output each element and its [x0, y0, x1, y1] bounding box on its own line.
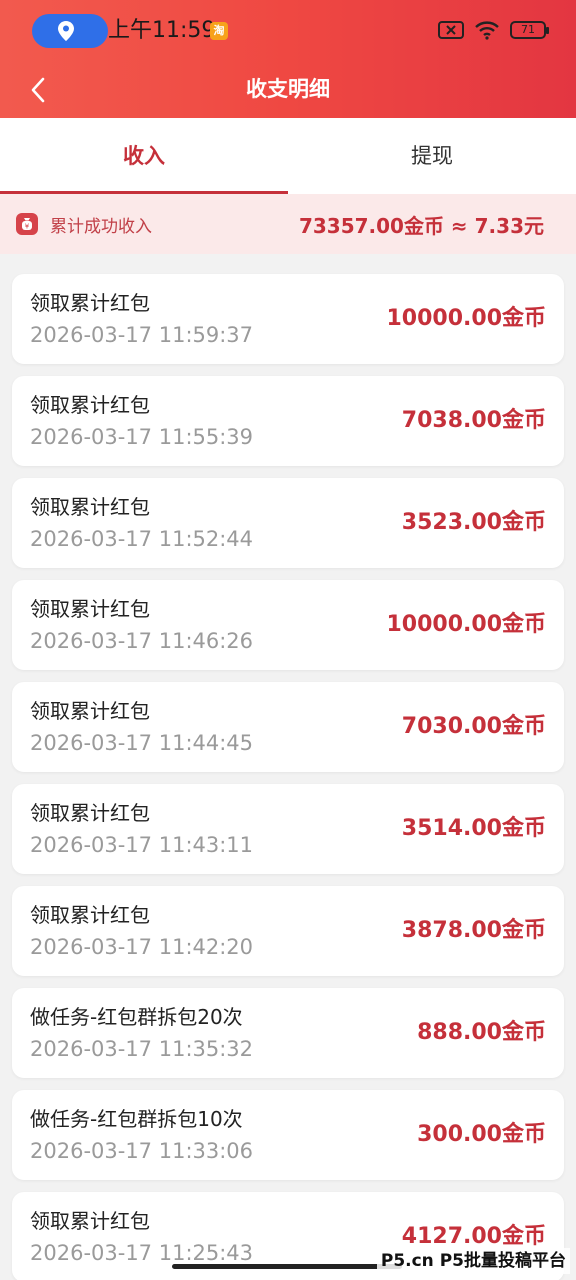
wifi-icon	[475, 21, 499, 40]
list-item[interactable]: 领取累计红包 2026-03-17 11:55:39 7038.00金币	[12, 376, 564, 466]
record-amount: 3523.00金币	[401, 510, 546, 535]
list-item[interactable]: 领取累计红包 2026-03-17 11:46:26 10000.00金币	[12, 580, 564, 670]
status-icons: 71	[438, 20, 549, 40]
record-amount: 300.00金币	[417, 1122, 546, 1147]
status-bar: 上午11:59 淘 71	[0, 0, 576, 62]
record-amount: 3514.00金币	[401, 816, 546, 841]
home-indicator[interactable]	[172, 1264, 402, 1269]
nav-bar: 收支明细	[0, 62, 576, 118]
summary-label: 累计成功收入	[50, 216, 152, 237]
list-item[interactable]: 领取累计红包 2026-03-17 11:59:37 10000.00金币	[12, 274, 564, 364]
record-amount: 7038.00金币	[401, 408, 546, 433]
record-amount: 888.00金币	[417, 1020, 546, 1045]
list-item[interactable]: 领取累计红包 2026-03-17 11:42:20 3878.00金币	[12, 886, 564, 976]
list-item[interactable]: 领取累计红包 2026-03-17 11:52:44 3523.00金币	[12, 478, 564, 568]
income-summary: ¥ 累计成功收入 73357.00金币 ≈ 7.33元	[0, 194, 576, 254]
sim-off-icon	[438, 21, 464, 39]
list-item[interactable]: 做任务-红包群拆包20次 2026-03-17 11:35:32 888.00金…	[12, 988, 564, 1078]
location-pill[interactable]	[32, 14, 108, 48]
summary-value: 73357.00金币 ≈ 7.33元	[298, 213, 544, 238]
location-pin-icon	[58, 21, 74, 41]
record-amount: 10000.00金币	[386, 612, 546, 637]
status-time: 上午11:59	[108, 18, 216, 43]
record-amount: 10000.00金币	[386, 306, 546, 331]
money-bag-icon: ¥	[16, 213, 38, 235]
header: 上午11:59 淘 71 收支明细	[0, 0, 576, 118]
tab-bar: 收入 提现	[0, 118, 576, 194]
record-amount: 7030.00金币	[401, 714, 546, 739]
record-amount: 3878.00金币	[401, 918, 546, 943]
watermark: P5.cn P5批量投稿平台	[376, 1248, 570, 1274]
page-title: 收支明细	[246, 77, 330, 101]
battery-level: 71	[521, 23, 535, 36]
list-item[interactable]: 领取累计红包 2026-03-17 11:44:45 7030.00金币	[12, 682, 564, 772]
record-list: 领取累计红包 2026-03-17 11:59:37 10000.00金币 领取…	[12, 274, 564, 1280]
battery-icon: 71	[510, 21, 549, 39]
svg-text:¥: ¥	[25, 223, 30, 231]
tab-withdraw[interactable]: 提现	[288, 118, 576, 194]
taobao-notification-icon: 淘	[210, 22, 228, 40]
list-item[interactable]: 做任务-红包群拆包10次 2026-03-17 11:33:06 300.00金…	[12, 1090, 564, 1180]
tab-income[interactable]: 收入	[0, 118, 288, 194]
list-item[interactable]: 领取累计红包 2026-03-17 11:43:11 3514.00金币	[12, 784, 564, 874]
